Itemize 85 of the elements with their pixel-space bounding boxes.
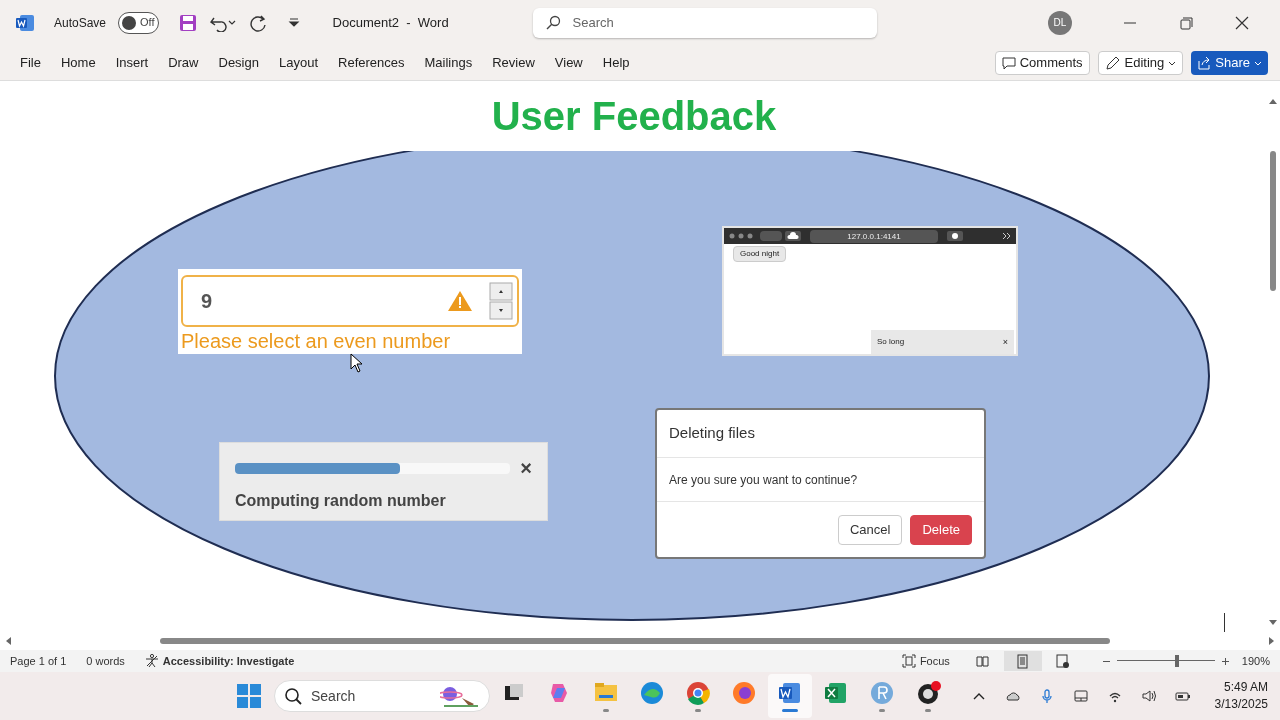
taskbar-app-button[interactable] bbox=[768, 674, 812, 718]
windows-start-icon[interactable] bbox=[236, 683, 262, 709]
clock-time[interactable]: 5:49 AM bbox=[1223, 679, 1268, 696]
running-indicator bbox=[925, 709, 931, 712]
cloud-icon bbox=[785, 231, 801, 241]
zoom-slider[interactable] bbox=[1116, 655, 1215, 667]
ribbon-tab[interactable]: Review bbox=[482, 48, 545, 77]
focus-button[interactable]: Focus bbox=[901, 652, 950, 670]
scroll-right-icon[interactable] bbox=[1268, 636, 1276, 646]
scroll-left-icon[interactable] bbox=[4, 636, 12, 646]
dialog-message: Are you sure you want to continue? bbox=[669, 471, 858, 489]
focus-icon bbox=[901, 654, 916, 668]
validation-message: Please select an even number bbox=[181, 329, 452, 353]
progress-close-button[interactable]: × bbox=[520, 458, 532, 478]
vertical-scrollbar-thumb[interactable] bbox=[1270, 151, 1276, 291]
running-indicator bbox=[695, 709, 701, 712]
ribbon-tab[interactable]: Mailings bbox=[414, 48, 483, 77]
ribbon-tab[interactable]: Help bbox=[592, 48, 640, 77]
ribbon-tab[interactable]: View bbox=[544, 48, 593, 77]
text-cursor bbox=[1224, 613, 1225, 632]
comments-button[interactable]: Comments bbox=[994, 50, 1090, 75]
dialog-title: Deleting files bbox=[669, 423, 755, 444]
accessibility-button[interactable]: Accessibility: Investigate bbox=[144, 652, 295, 670]
accessibility-icon bbox=[144, 654, 159, 668]
field-value: 9 bbox=[201, 289, 214, 314]
obs-app-icon bbox=[915, 680, 941, 706]
user-avatar[interactable]: DL bbox=[1048, 10, 1072, 35]
toast-message: So long bbox=[877, 336, 905, 348]
word-logo-icon bbox=[16, 13, 34, 32]
horizontal-scrollbar-thumb[interactable] bbox=[160, 638, 1110, 644]
address-bar[interactable]: 127.0.0.1:4141 bbox=[810, 229, 938, 243]
running-indicator bbox=[782, 709, 798, 712]
touchpad-icon[interactable] bbox=[1072, 688, 1089, 704]
firefox-app-icon bbox=[731, 680, 757, 706]
autosave-toggle[interactable]: Off bbox=[118, 11, 159, 34]
edge-app-icon bbox=[639, 680, 665, 706]
redo-icon[interactable] bbox=[248, 13, 267, 32]
word-app-icon bbox=[777, 680, 803, 706]
ribbon-tab[interactable]: File bbox=[10, 48, 51, 77]
zoom-in-icon[interactable] bbox=[1220, 656, 1230, 666]
ribbon-tab[interactable]: Insert bbox=[105, 48, 159, 77]
delete-button[interactable]: Delete bbox=[910, 514, 972, 545]
search-icon bbox=[544, 14, 561, 31]
ribbon-tab[interactable]: Layout bbox=[268, 48, 328, 77]
zoom-slider-thumb[interactable] bbox=[1174, 655, 1179, 667]
search-icon bbox=[284, 687, 302, 705]
ribbon-tab[interactable]: Home bbox=[50, 48, 106, 77]
excel-app-icon bbox=[823, 680, 849, 706]
number-field[interactable]: 9 bbox=[181, 275, 519, 327]
web-page-icon bbox=[1055, 653, 1071, 669]
share-icon bbox=[1197, 55, 1212, 70]
planet-icon bbox=[440, 684, 480, 708]
share-button[interactable]: Share bbox=[1191, 50, 1268, 75]
taskbar-search-field[interactable]: Search bbox=[274, 680, 490, 712]
scroll-up-icon[interactable] bbox=[1268, 97, 1278, 105]
page-count[interactable]: Page 1 of 1 bbox=[10, 652, 67, 670]
clock-date[interactable]: 3/13/2025 bbox=[1214, 696, 1268, 713]
running-indicator bbox=[879, 709, 885, 712]
toast-close-button[interactable]: × bbox=[1002, 337, 1008, 347]
chrome-app-icon bbox=[685, 680, 711, 706]
scroll-down-icon[interactable] bbox=[1268, 619, 1278, 627]
speaker-icon[interactable] bbox=[1140, 688, 1157, 704]
autosave-label: AutoSave bbox=[54, 14, 107, 32]
editing-button[interactable]: Editing bbox=[1097, 50, 1184, 75]
running-indicator bbox=[603, 709, 609, 712]
comment-icon bbox=[1001, 55, 1016, 70]
ribbon-tab[interactable]: Draw bbox=[158, 48, 209, 77]
book-icon bbox=[975, 653, 991, 669]
word-count[interactable]: 0 words bbox=[86, 652, 125, 670]
chevrons-icon[interactable] bbox=[1003, 233, 1011, 239]
zoom-level[interactable]: 190% bbox=[1241, 652, 1270, 670]
good-night-button[interactable]: Good night bbox=[733, 246, 787, 262]
ribbon-tab[interactable]: Design bbox=[208, 48, 269, 77]
search-field[interactable]: Search bbox=[532, 7, 877, 38]
window-title: Document2 - Word bbox=[332, 13, 450, 32]
heading: User Feedback bbox=[491, 93, 777, 140]
pencil-icon bbox=[1104, 54, 1121, 71]
warning-icon bbox=[447, 290, 473, 312]
progress-label: Computing random number bbox=[235, 491, 447, 511]
r-app-icon bbox=[869, 680, 895, 706]
extension-icon[interactable] bbox=[947, 231, 963, 241]
save-icon[interactable] bbox=[178, 13, 197, 32]
cancel-button[interactable]: Cancel bbox=[837, 514, 903, 545]
ribbon-tab[interactable]: References bbox=[328, 48, 415, 77]
page-icon bbox=[1015, 653, 1031, 669]
